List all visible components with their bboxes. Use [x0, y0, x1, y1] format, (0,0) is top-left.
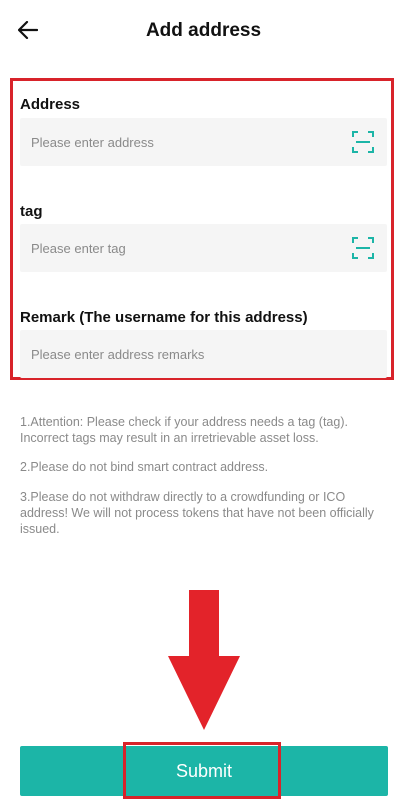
remark-field[interactable] [20, 330, 387, 378]
scan-icon[interactable] [351, 130, 375, 154]
remark-label: Remark (The username for this address) [20, 309, 308, 326]
note-smart-contract: 2.Please do not bind smart contract addr… [20, 460, 269, 474]
tag-label: tag [20, 203, 43, 220]
address-field[interactable] [20, 118, 387, 166]
tag-field[interactable] [20, 224, 387, 272]
submit-highlight-frame [123, 742, 281, 799]
arrow-down-icon [168, 590, 240, 730]
header: Add address [0, 0, 407, 62]
address-input[interactable] [20, 118, 387, 166]
remark-input[interactable] [20, 330, 387, 378]
note-tag-warning: 1.Attention: Please check if your addres… [20, 415, 348, 445]
tag-input[interactable] [20, 224, 387, 272]
note-crowdfunding: 3.Please do not withdraw directly to a c… [20, 490, 374, 536]
page-title: Add address [145, 20, 262, 41]
address-label: Address [20, 96, 81, 113]
scan-icon[interactable] [351, 236, 375, 260]
